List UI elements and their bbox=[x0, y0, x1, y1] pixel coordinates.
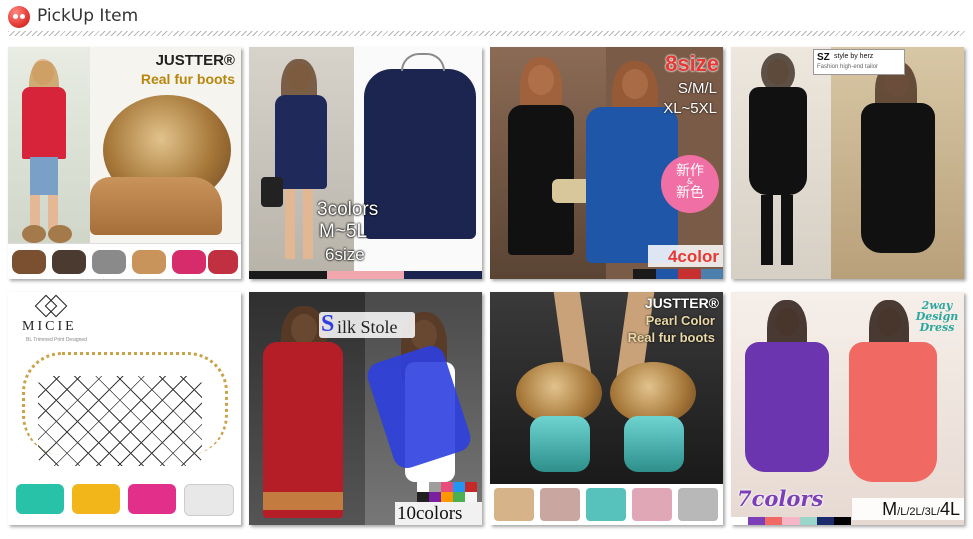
hanger-icon bbox=[401, 53, 445, 71]
size-4l: 4L bbox=[939, 499, 960, 519]
brand-logo: MICIE bbox=[22, 319, 77, 334]
model-photo bbox=[8, 47, 90, 247]
brand-tagline: BL Trimmed Print Designed bbox=[26, 337, 87, 343]
badge-line-3: Dress bbox=[919, 321, 955, 334]
title-initial: S bbox=[321, 311, 335, 337]
product-tile-fur-boots[interactable]: JUSTTER® Real fur boots bbox=[8, 47, 241, 279]
product-subtitle: Pearl Color bbox=[645, 313, 715, 328]
product-tile-pearl-boots[interactable]: JUSTTER® Pearl Color Real fur boots bbox=[490, 292, 723, 525]
brand-logo-mark: SZ bbox=[817, 52, 830, 63]
product-tile-navy-dress[interactable]: 3colors M~5L 6size bbox=[249, 47, 482, 279]
boot-color-strip bbox=[8, 243, 241, 279]
color-swatch-grid bbox=[417, 482, 479, 502]
section-header: PickUp Item bbox=[0, 0, 973, 38]
size-range-label: M~5L bbox=[319, 221, 368, 242]
brand-tagline: Fashion high-end tailor bbox=[817, 64, 879, 70]
size-m: M bbox=[882, 499, 898, 519]
header-divider bbox=[8, 31, 965, 36]
new-color-badge: 新作 & 新色 bbox=[661, 155, 719, 213]
product-tile-2way-dress[interactable]: 2way Design Dress 7colors M/L/2L/3L/4L bbox=[731, 292, 964, 525]
product-subtitle-2: Real fur boots bbox=[627, 330, 715, 345]
size-count-label: 6size bbox=[325, 245, 365, 264]
size-count-label: 8size bbox=[665, 51, 719, 76]
size-mid: /L/2L/3L/ bbox=[897, 506, 940, 518]
colors-label: 3colors bbox=[317, 199, 379, 220]
section-title: PickUp Item bbox=[37, 6, 139, 26]
micie-logo-icon bbox=[34, 294, 68, 318]
product-tile-silk-stole[interactable]: S ilk Stole 10colors bbox=[249, 292, 482, 525]
brand-logo-box: SZ style by herz Fashion high-end tailor bbox=[813, 49, 905, 75]
product-tile-quilted-bag[interactable]: MICIE BL Trimmed Print Designed bbox=[8, 292, 241, 525]
product-subtitle: Real fur boots bbox=[140, 71, 235, 87]
brand-logo-text: style by herz bbox=[834, 53, 874, 60]
colors-label: 10colors bbox=[397, 503, 463, 524]
brand-logo: JUSTTER® bbox=[155, 52, 235, 69]
badge-line-2: 新色 bbox=[676, 185, 704, 201]
color-swatch-strip bbox=[249, 271, 482, 279]
size-range-label: S/M/L bbox=[677, 80, 717, 97]
color-swatch-strip bbox=[731, 517, 851, 525]
colors-label: 7colors bbox=[737, 486, 824, 511]
corner-badge: 2way Design Dress bbox=[914, 300, 960, 333]
size-range-label-2: XL~5XL bbox=[663, 100, 717, 117]
bag-product-image bbox=[38, 376, 202, 466]
boot-color-strip bbox=[490, 484, 723, 525]
red-face-icon bbox=[8, 6, 30, 28]
model-photo-left bbox=[731, 47, 831, 279]
boot-image bbox=[90, 177, 222, 235]
dress-product-image bbox=[364, 69, 476, 239]
product-tile-black-dress[interactable]: SZ style by herz Fashion high-end tailor bbox=[731, 47, 964, 279]
colors-label: 4color bbox=[667, 247, 719, 266]
product-tile-chiffon-dress[interactable]: 8size S/M/L XL~5XL 新作 & 新色 4color bbox=[490, 47, 723, 279]
brand-logo: JUSTTER® bbox=[644, 295, 719, 311]
size-range-label: M/L/2L/3L/4L bbox=[882, 500, 960, 519]
product-title: ilk Stole bbox=[337, 317, 398, 337]
model-photo-right bbox=[831, 47, 964, 279]
color-swatch-strip bbox=[633, 269, 723, 279]
bag-color-variants bbox=[8, 482, 241, 518]
badge-line-1: 新作 bbox=[676, 163, 704, 179]
